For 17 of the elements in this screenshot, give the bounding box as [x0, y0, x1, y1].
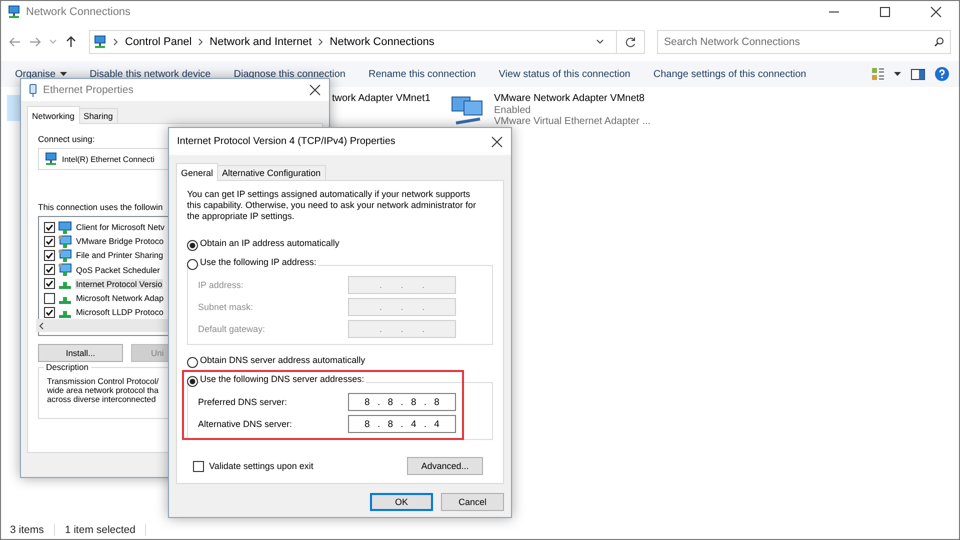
intro-text: You can get IP settings assigned automatically if your network supports this capability. Otherwise, you need to ask your network administrator for the appropriate IP settings. [187, 189, 477, 222]
field-label: Connect using: [38, 134, 95, 144]
field-label: Alternative DNS server: [198, 419, 294, 429]
adapter-name: VMware Virtual Ethernet Adapter ... [494, 116, 651, 128]
window-title: Network Connections [26, 6, 131, 18]
dialog-title: Internet Protocol Version 4 (TCP/IPv4) Properties [177, 136, 396, 147]
connection-status: Enabled [494, 104, 532, 116]
description-text: Transmission Control Protocol/ wide area network protocol tha across diverse interconnected [47, 377, 159, 404]
field-label: Subnet mask: [198, 302, 254, 312]
field-label: Default gateway: [198, 324, 266, 334]
field-label: Preferred DNS server: [198, 397, 288, 407]
item-count: 3 items [10, 524, 44, 536]
list-label: This connection uses the followin [38, 202, 163, 212]
selection-count: 1 item selected [64, 524, 136, 536]
field-label: IP address: [198, 280, 244, 290]
group-label: Description [44, 362, 91, 372]
dialog-title: Ethernet Properties [43, 84, 134, 96]
